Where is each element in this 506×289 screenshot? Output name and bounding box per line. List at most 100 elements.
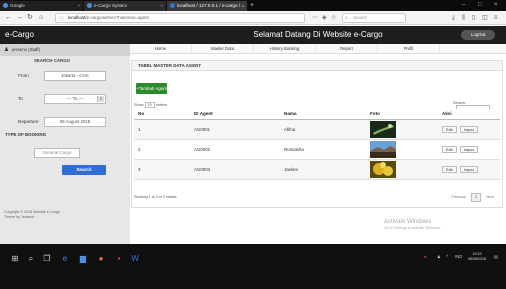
column-header-nama[interactable]: Nama	[280, 109, 366, 120]
search-placeholder: Search	[353, 15, 367, 20]
edge-icon[interactable]: e	[58, 252, 72, 266]
nav-history-booking[interactable]: History Booking	[254, 44, 316, 54]
forward-icon[interactable]: →	[16, 13, 23, 23]
downloads-icon[interactable]: ⤓	[452, 13, 455, 23]
minimize-icon[interactable]: –	[462, 0, 465, 11]
bookmark-star-icon[interactable]: ☆	[331, 13, 336, 23]
cell-foto	[366, 139, 438, 160]
people-icon[interactable]: ♟	[437, 254, 441, 259]
search-icon[interactable]: ⌕	[24, 252, 38, 266]
cell-no: 2	[134, 139, 190, 160]
library-icon[interactable]: ⫼	[462, 13, 465, 23]
close-tab-icon[interactable]: ×	[160, 1, 163, 11]
close-tab-icon[interactable]: ×	[241, 1, 244, 11]
nav-home[interactable]: Home	[130, 44, 192, 54]
add-agent-button[interactable]: +Tambah Agent	[136, 83, 167, 94]
browser-search-input[interactable]: ⌕ Search	[342, 13, 406, 23]
activate-windows-watermark: Activate Windows Go to Settings to activ…	[384, 219, 441, 230]
to-value: ---- To ----	[65, 96, 85, 101]
home-icon[interactable]: ⌂	[39, 13, 43, 23]
cell-nama: Afifna	[280, 119, 366, 140]
panel-title: TABEL MASTER DATA AGENT	[132, 61, 502, 71]
column-header-id[interactable]: ID Agent	[190, 109, 280, 120]
reload-icon[interactable]: ↻	[27, 13, 33, 23]
info-icon: ⓘ	[59, 16, 65, 22]
google-favicon-icon	[3, 3, 8, 8]
cell-foto	[366, 119, 438, 140]
reader-icon[interactable]: ▯	[472, 13, 475, 23]
main-nav: Home Master Data History Booking Report …	[130, 44, 506, 54]
new-tab-icon[interactable]: +	[250, 0, 254, 11]
browser-tab-ecargo[interactable]: e-Cargo System ×	[84, 1, 166, 11]
browser-tab-phpmyadmin[interactable]: localhost / 127.0.0.1 / e-cargo / ... ×	[167, 1, 247, 11]
nav-report[interactable]: Report	[316, 44, 378, 54]
agent-photo	[370, 120, 396, 138]
show-label: Show	[134, 103, 144, 107]
back-icon[interactable]: ←	[5, 13, 12, 23]
cell-id-agent: AG0002	[190, 139, 280, 160]
theme-credit: Theme by Jessens	[4, 215, 35, 219]
windows-start-icon[interactable]: ⊞	[8, 252, 22, 266]
app-icon[interactable]: ▪	[112, 252, 126, 266]
column-header-aksi[interactable]: Aksi	[438, 109, 500, 120]
window-close-icon[interactable]: ×	[494, 0, 498, 11]
browser-tab-google[interactable]: Google ×	[0, 1, 83, 11]
pagination: Previous 1 Next	[446, 193, 498, 202]
menu-icon[interactable]: ≡	[494, 13, 498, 23]
page-1-button[interactable]: 1	[471, 193, 482, 202]
close-tab-icon[interactable]: ×	[77, 1, 80, 11]
maximize-icon[interactable]: □	[478, 0, 482, 11]
table-row: 1 AG0001 Afifna Edit hapus	[134, 119, 500, 140]
sidebar: ♟ jessens (Staff) SEARCH CARGO From Jaka…	[0, 44, 130, 244]
welcome-text: Selamat Datang Di Website e-Cargo	[253, 30, 383, 39]
entries-length-control: Show 10 entries	[134, 102, 167, 108]
departure-date-field[interactable]: 08 August 2018	[44, 117, 106, 127]
entries-label: entries	[155, 103, 168, 107]
url-host: localhost/	[68, 15, 87, 20]
cell-nama: Jaelani	[280, 159, 366, 180]
tab-label: localhost / 127.0.0.1 / e-cargo / ...	[177, 3, 246, 8]
from-field[interactable]: Jakarta - CGK	[44, 71, 106, 81]
browser-tab-strip: Google × e-Cargo System × localhost / 12…	[0, 0, 506, 11]
next-page-button[interactable]: Next	[482, 193, 498, 202]
cell-no: 3	[134, 159, 190, 180]
sync-icon[interactable]: ◫	[482, 13, 488, 23]
word-icon[interactable]: W	[128, 252, 142, 266]
edit-button[interactable]: Edit	[442, 165, 457, 173]
delete-button[interactable]: hapus	[459, 125, 479, 133]
user-name: jessens (Staff)	[12, 47, 40, 52]
nav-profil[interactable]: Profil	[378, 44, 440, 54]
cargo-type-field[interactable]: General Cargo	[34, 148, 80, 158]
nav-master-data[interactable]: Master Data	[192, 44, 254, 54]
table-row: 2 AG0002 Rumaisha Edit hapus	[134, 139, 500, 160]
page-actions-icon[interactable]: ⋯	[312, 13, 318, 23]
cell-aksi: Edit hapus	[438, 119, 500, 140]
delete-button[interactable]: hapus	[459, 145, 479, 153]
pocket-icon[interactable]: ◈	[322, 13, 327, 23]
table-info: Showing 1 to 3 of 3 entries	[134, 195, 177, 199]
search-button[interactable]: Search	[62, 165, 106, 175]
previous-page-button[interactable]: Previous	[447, 193, 470, 202]
user-icon: ♟	[4, 47, 9, 53]
delete-button[interactable]: hapus	[459, 165, 479, 173]
antivirus-icon[interactable]: ●	[424, 254, 427, 259]
tray-chevron-up-icon[interactable]: ^	[446, 254, 448, 259]
from-label: From	[18, 73, 29, 78]
input-language[interactable]: IND	[455, 254, 462, 259]
entries-select[interactable]: 10	[144, 102, 155, 108]
url-bar[interactable]: ⓘ localhost/e-cargo/admin/?halaman=agent	[55, 13, 305, 23]
logout-button[interactable]: LogOut	[461, 30, 495, 40]
column-header-no[interactable]: No	[134, 109, 190, 120]
notifications-icon[interactable]: ▤	[494, 254, 498, 259]
taskbar-clock[interactable]: 19:23 08/08/2018	[468, 252, 486, 262]
cell-foto	[366, 159, 438, 180]
agent-table: No ID Agent Nama Foto Aksi 1 AG0001 Afif…	[134, 109, 500, 180]
edit-button[interactable]: Edit	[442, 125, 457, 133]
file-explorer-icon[interactable]: ▆	[76, 252, 90, 266]
to-select[interactable]: ---- To ---- ⇕	[44, 94, 106, 104]
brand-logo[interactable]: e-Cargo	[5, 26, 34, 44]
task-view-icon[interactable]: ❐	[40, 252, 54, 266]
firefox-icon[interactable]: ●	[94, 252, 108, 266]
edit-button[interactable]: Edit	[442, 145, 457, 153]
column-header-foto[interactable]: Foto	[366, 109, 438, 120]
